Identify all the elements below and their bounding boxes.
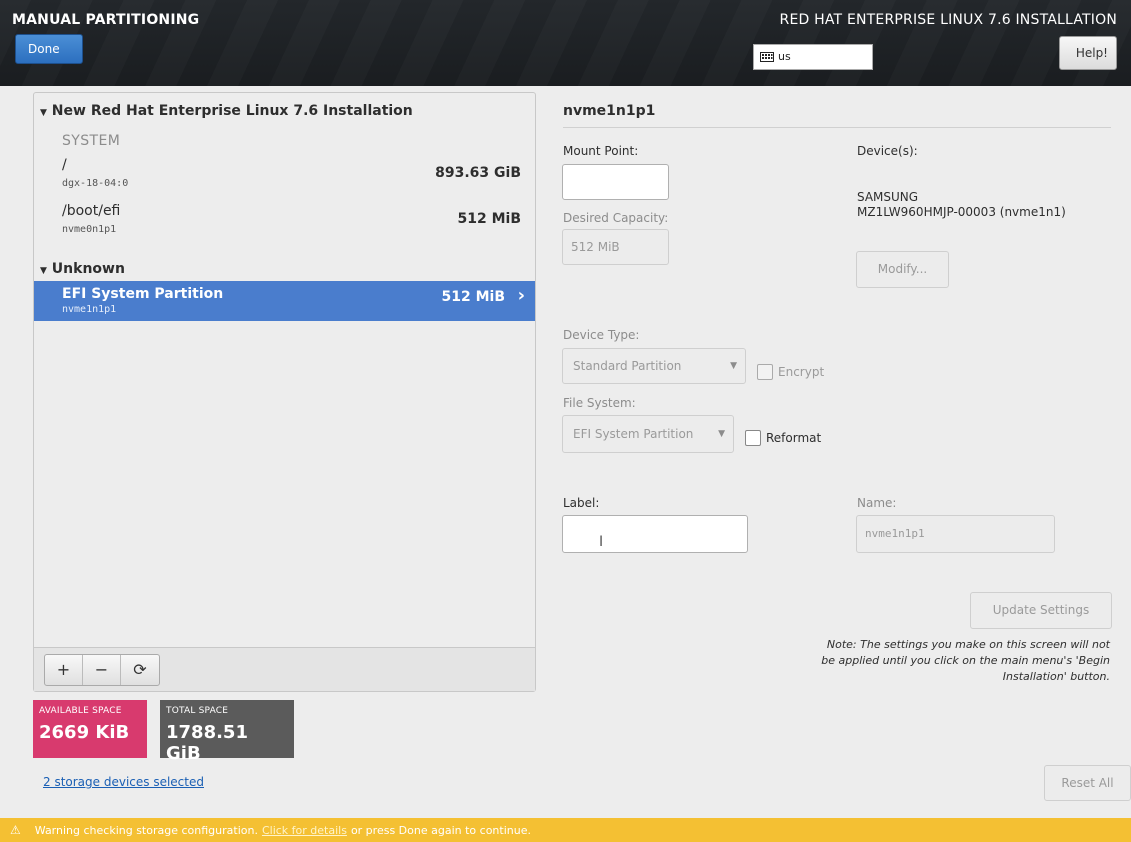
reformat-label: Reformat: [766, 431, 822, 445]
total-space-label: TOTAL SPACE: [166, 706, 229, 716]
mount-point-device: nvme0n1p1: [62, 224, 117, 235]
available-space-label: AVAILABLE SPACE: [39, 706, 122, 716]
name-field-label: Name:: [857, 496, 897, 510]
device-vendor: SAMSUNG: [857, 190, 919, 204]
storage-devices-link[interactable]: 2 storage devices selected: [43, 775, 204, 789]
product-title: RED HAT ENTERPRISE LINUX 7.6 INSTALLATIO…: [779, 12, 1117, 28]
mount-point-row-boot-efi[interactable]: /boot/efi nvme0n1p1 512 MiB: [34, 203, 535, 243]
mount-point-device: nvme1n1p1: [62, 304, 117, 315]
reset-all-button[interactable]: Reset All: [1044, 765, 1131, 801]
help-button[interactable]: Help!: [1059, 36, 1117, 70]
spoke-title: MANUAL PARTITIONING: [12, 12, 200, 28]
expander-down-icon: ▼: [40, 266, 47, 276]
mount-point-size: 512 MiB: [441, 289, 506, 305]
total-space-value: 1788.51 GiB: [166, 722, 248, 764]
file-system-combo[interactable]: EFI System Partition ▼: [562, 415, 734, 453]
file-system-value: EFI System Partition: [573, 427, 694, 441]
keyboard-layout-indicator[interactable]: us: [753, 44, 873, 70]
text-cursor-icon: I: [599, 534, 604, 550]
device-description: SAMSUNG MZ1LW960HMJP-00003 (nvme1n1): [857, 190, 1066, 220]
note-line: Installation' button.: [1002, 670, 1110, 683]
reformat-checkbox[interactable]: [745, 430, 761, 446]
toolbar-button-group: + − ⟳: [44, 654, 160, 686]
file-system-label: File System:: [563, 396, 636, 410]
update-settings-button[interactable]: Update Settings: [970, 592, 1112, 629]
mount-point-label: Mount Point:: [563, 144, 639, 158]
keyboard-icon: [760, 52, 774, 62]
device-model: MZ1LW960HMJP-00003 (nvme1n1): [857, 205, 1066, 219]
mount-point-input[interactable]: [562, 164, 669, 200]
done-button[interactable]: Done: [15, 34, 83, 64]
device-type-label: Device Type:: [563, 328, 640, 342]
note-line: be applied until you click on the main m…: [821, 654, 1110, 667]
chevron-right-icon: ›: [517, 285, 525, 306]
total-space-box: TOTAL SPACE 1788.51 GiB: [160, 700, 294, 764]
note-line: Note: The settings you make on this scre…: [826, 638, 1110, 651]
expander-down-icon: ▼: [40, 108, 47, 118]
warning-text: Warning checking storage configuration.: [34, 823, 258, 837]
label-field-label: Label:: [563, 496, 600, 510]
warning-details-link[interactable]: Click for details: [262, 824, 347, 837]
warning-icon: ⚠: [10, 823, 21, 837]
add-mount-point-button[interactable]: +: [45, 655, 83, 685]
mount-point-row-efi-selected[interactable]: EFI System Partition nvme1n1p1 512 MiB ›: [34, 281, 535, 321]
settings-note: Note: The settings you make on this scre…: [760, 637, 1110, 685]
mount-point-size: 893.63 GiB: [435, 165, 521, 181]
mount-point-size: 512 MiB: [457, 211, 522, 227]
partition-name-heading: nvme1n1p1: [563, 103, 656, 119]
unknown-group-name: Unknown: [51, 261, 125, 277]
label-input[interactable]: I: [562, 515, 748, 553]
desired-capacity-input[interactable]: 512 MiB: [562, 229, 669, 265]
device-type-value: Standard Partition: [573, 359, 682, 373]
mount-point-list-panel: ▼ New Red Hat Enterprise Linux 7.6 Insta…: [33, 92, 536, 692]
available-space-value: 2669 KiB: [39, 722, 130, 743]
unknown-group-header[interactable]: ▼ Unknown: [40, 261, 125, 277]
available-space-box: AVAILABLE SPACE 2669 KiB: [33, 700, 147, 758]
modify-button[interactable]: Modify...: [856, 251, 949, 288]
dropdown-arrow-icon: ▼: [730, 361, 737, 371]
mount-point-name: /: [62, 157, 67, 173]
mount-point-row-root[interactable]: / dgx-18-04:0 893.63 GiB: [34, 157, 535, 197]
remove-mount-point-button[interactable]: −: [83, 655, 121, 685]
name-input[interactable]: nvme1n1p1: [856, 515, 1055, 553]
mount-point-name: EFI System Partition: [62, 286, 224, 302]
encrypt-label: Encrypt: [778, 365, 825, 379]
desired-capacity-label: Desired Capacity:: [563, 211, 669, 225]
dropdown-arrow-icon: ▼: [718, 429, 725, 439]
encrypt-checkbox[interactable]: [757, 364, 773, 380]
header-bar: MANUAL PARTITIONING Done RED HAT ENTERPR…: [0, 0, 1131, 86]
warning-text-after: or press Done again to continue.: [350, 823, 531, 837]
mount-point-device: dgx-18-04:0: [62, 178, 129, 189]
mount-point-name: /boot/efi: [62, 203, 121, 219]
system-section-label: SYSTEM: [62, 133, 121, 149]
device-type-combo[interactable]: Standard Partition ▼: [562, 348, 746, 384]
refresh-button[interactable]: ⟳: [121, 655, 159, 685]
warning-bar[interactable]: ⚠ Warning checking storage configuration…: [0, 818, 1131, 842]
keyboard-layout-value: us: [778, 50, 791, 63]
devices-label: Device(s):: [857, 144, 918, 158]
installation-group-header[interactable]: ▼ New Red Hat Enterprise Linux 7.6 Insta…: [40, 103, 413, 119]
list-toolbar: + − ⟳: [34, 647, 535, 691]
separator: [563, 127, 1111, 128]
installation-group-name: New Red Hat Enterprise Linux 7.6 Install…: [51, 103, 413, 119]
